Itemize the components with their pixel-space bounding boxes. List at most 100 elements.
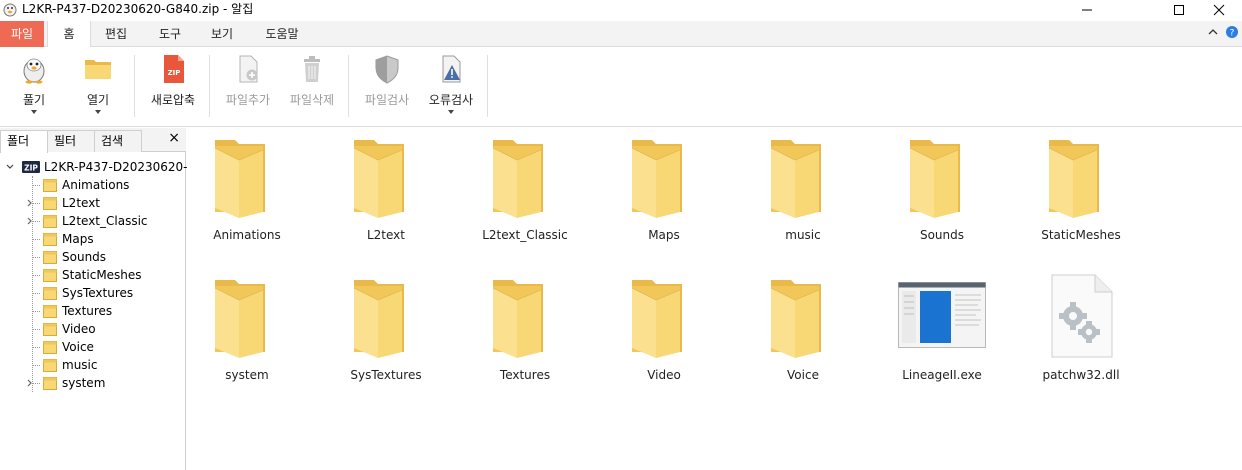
tree-root[interactable]: ZIP L2KR-P437-D20230620-G (0, 158, 197, 176)
tab-folders[interactable]: 폴더 (0, 130, 48, 153)
file-item[interactable]: Video (604, 268, 724, 388)
title-bar: L2KR-P437-D20230620-G840.zip - 알집 (0, 0, 1242, 19)
open-button[interactable]: 열기 (72, 53, 124, 123)
folder-icon (43, 232, 57, 246)
file-item-label: L2text_Classic (482, 228, 568, 242)
ribbon-divider (487, 55, 488, 117)
folder-icon (43, 376, 57, 390)
tree-folder-item[interactable]: Voice (0, 338, 186, 356)
tree-connector (33, 257, 41, 258)
add-file-label: 파일추가 (225, 93, 271, 107)
file-item[interactable]: L2text (326, 128, 446, 248)
tree-folder-item[interactable]: SysTextures (0, 284, 186, 302)
tree-folder-item[interactable]: L2text_Classic (0, 212, 186, 230)
tree-folder-item[interactable]: Maps (0, 230, 186, 248)
tree-connector (33, 347, 41, 348)
tree-folder-label: Sounds (62, 250, 107, 264)
file-item[interactable]: SysTextures (326, 268, 446, 388)
tab-file[interactable]: 파일 (0, 21, 44, 47)
folder-icon (491, 278, 559, 358)
tree-connector (33, 293, 41, 294)
alzip-app-icon (3, 3, 17, 17)
tree-folder-label: Textures (62, 304, 113, 318)
file-item[interactable]: Voice (743, 268, 863, 388)
tab-edit[interactable]: 편집 (94, 21, 138, 47)
maximize-icon (1174, 4, 1184, 15)
virus-scan-button[interactable]: 파일검사 (358, 53, 416, 123)
file-item-label: Voice (787, 368, 819, 382)
delete-file-button[interactable]: 파일삭제 (284, 53, 340, 123)
panel-close-button[interactable]: × (168, 130, 180, 146)
tree-folder-item[interactable]: Textures (0, 302, 186, 320)
file-item-label: Video (647, 368, 681, 382)
file-item-label: StaticMeshes (1041, 228, 1121, 242)
file-item[interactable]: StaticMeshes (1021, 128, 1141, 248)
tree-folder-label: system (62, 376, 106, 390)
help-icon[interactable]: ? (1226, 26, 1238, 38)
trash-icon (304, 56, 320, 82)
tree-folder-item[interactable]: Video (0, 320, 186, 338)
tab-help[interactable]: 도움말 (258, 21, 306, 47)
file-item-label: patchw32.dll (1042, 368, 1120, 382)
tab-home[interactable]: 홈 (47, 21, 91, 48)
file-item[interactable]: patchw32.dll (1021, 268, 1141, 388)
file-item[interactable]: L2text_Classic (465, 128, 585, 248)
chevron-down-icon[interactable] (6, 163, 14, 171)
ribbon-divider (209, 55, 210, 117)
tab-view[interactable]: 보기 (200, 21, 244, 47)
tree-folder-item[interactable]: system (0, 374, 186, 392)
file-item-label: music (785, 228, 821, 242)
file-item[interactable]: Textures (465, 268, 585, 388)
tree-folder-item[interactable]: Animations (0, 176, 186, 194)
folder-icon (213, 138, 281, 218)
file-item-label: Sounds (919, 228, 965, 242)
tree-folder-label: StaticMeshes (62, 268, 142, 282)
tree-folder-label: Animations (62, 178, 130, 192)
new-archive-button[interactable]: ZIP 새로압축 (144, 53, 202, 123)
tab-filter[interactable]: 필터 (47, 130, 95, 152)
tree-connector (33, 275, 41, 276)
folder-icon (352, 278, 420, 358)
zip-badge-text: ZIP (24, 164, 38, 173)
extract-button[interactable]: 풀기 (8, 53, 60, 123)
file-item[interactable]: music (743, 128, 863, 248)
collapse-ribbon-icon[interactable] (1208, 27, 1218, 37)
svg-text:ZIP: ZIP (168, 69, 181, 77)
close-button[interactable] (1196, 0, 1242, 19)
tree-connector (33, 221, 41, 222)
tree-root-label: L2KR-P437-D20230620-G (44, 160, 198, 174)
folder-icon (630, 278, 698, 358)
tree-folder-label: SysTextures (62, 286, 134, 300)
exe-icon (898, 282, 986, 348)
error-check-button[interactable]: 오류검사 (422, 53, 480, 123)
minimize-button[interactable] (1064, 0, 1110, 19)
tree-folder-item[interactable]: StaticMeshes (0, 266, 186, 284)
tree-folder-label: L2text (62, 196, 101, 210)
minimize-icon (1082, 9, 1092, 10)
delete-file-label: 파일삭제 (289, 93, 335, 107)
penguin-extract-icon (23, 58, 45, 84)
file-item[interactable]: LineageII.exe (882, 268, 1002, 388)
tree-connector (33, 311, 41, 312)
file-item-label: system (225, 368, 269, 382)
new-archive-label: 새로압축 (150, 93, 196, 107)
tree-folder-item[interactable]: L2text (0, 194, 186, 212)
tree-folder-item[interactable]: Sounds (0, 248, 186, 266)
file-item[interactable]: Sounds (882, 128, 1002, 248)
file-item[interactable]: Animations (187, 128, 307, 248)
tab-tools[interactable]: 도구 (148, 21, 192, 47)
file-item[interactable]: Maps (604, 128, 724, 248)
extract-label: 풀기 (22, 93, 46, 107)
tree-folder-item[interactable]: music (0, 356, 186, 374)
folder-icon (43, 178, 57, 192)
chevron-down-icon (95, 110, 101, 114)
folder-panel: 폴더 필터 검색 × ZIP L2KR-P437-D20230620-G Ani… (0, 128, 197, 470)
file-item[interactable]: system (187, 268, 307, 388)
add-file-button[interactable]: 파일추가 (218, 53, 278, 123)
folder-icon (630, 138, 698, 218)
tab-search[interactable]: 검색 (94, 130, 142, 152)
folder-icon (43, 340, 57, 354)
folder-tree: ZIP L2KR-P437-D20230620-G Animations L2te… (0, 158, 197, 392)
close-icon (1213, 4, 1225, 15)
ribbon-divider (348, 55, 349, 117)
